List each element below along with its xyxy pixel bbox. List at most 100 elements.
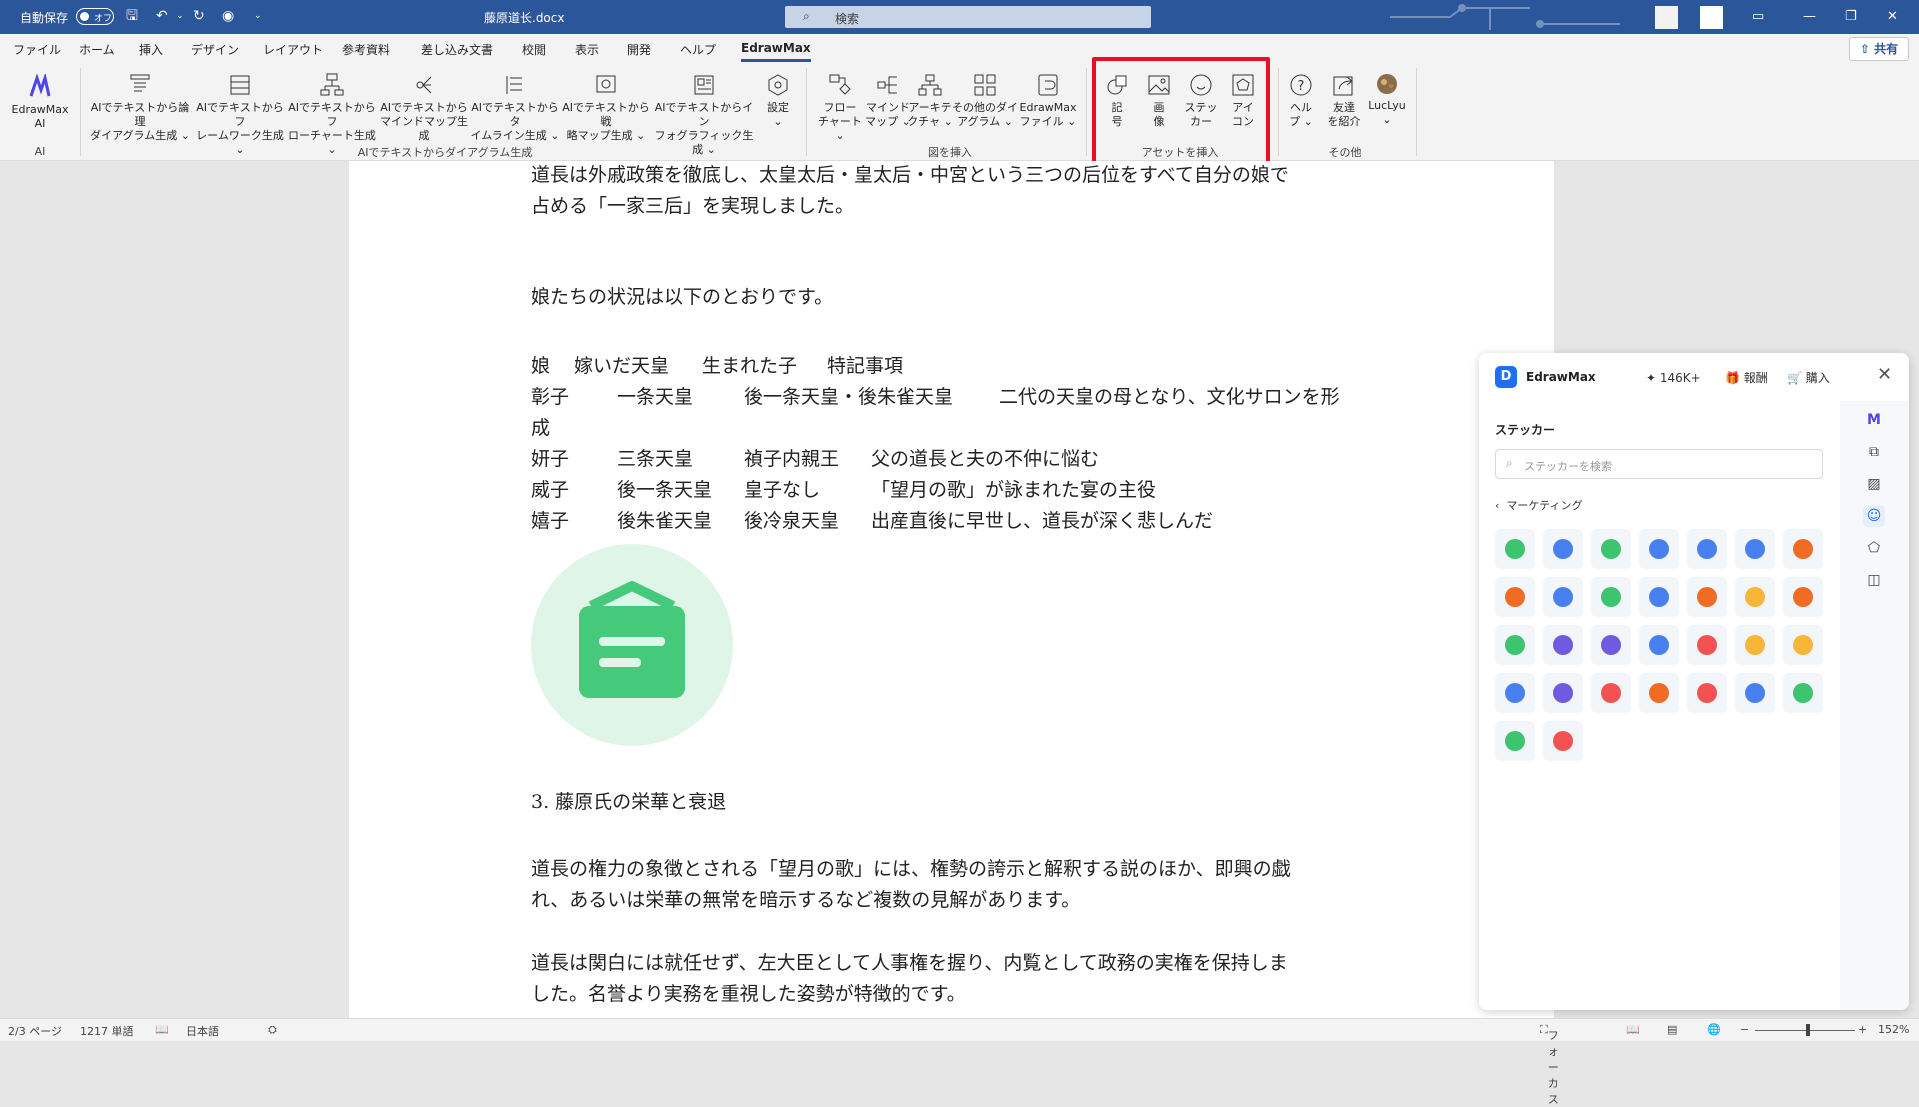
ai-tool-icon[interactable]: M [1863, 409, 1885, 431]
ai-timeline-button[interactable]: AIでテキストからタ イムライン生成 ⌄ [470, 72, 560, 143]
sticker-item[interactable] [1591, 529, 1631, 569]
sticker-item[interactable] [1783, 577, 1823, 617]
tab-view[interactable]: 表示 [575, 41, 599, 58]
template-tool-icon[interactable]: ◫ [1863, 569, 1885, 591]
ai-mindmap-button[interactable]: AIでテキストから マインドマップ生成 [378, 72, 470, 143]
focus-mode-button[interactable]: ⛶ フォーカス [1540, 1023, 1559, 1106]
edrawmax-file-button[interactable]: EdrawMax ファイル ⌄ [1016, 72, 1080, 129]
inserted-sticker[interactable] [531, 544, 733, 746]
accessibility-icon[interactable]: ⛭ [268, 1023, 277, 1037]
tab-file[interactable]: ファイル [13, 41, 61, 58]
profile-image[interactable] [1700, 6, 1723, 29]
sticker-item[interactable] [1687, 529, 1727, 569]
word-count[interactable]: 1217 単語 [80, 1023, 134, 1039]
tab-home[interactable]: ホーム [79, 41, 115, 58]
language[interactable]: 日本語 [186, 1023, 219, 1039]
edrawmax-ai-button[interactable]: EdrawMax AI [6, 74, 74, 131]
redo-icon[interactable]: ↻ [193, 9, 205, 23]
ai-strategy-map-button[interactable]: AIでテキストから戦 略マップ生成 ⌄ [560, 72, 652, 143]
refer-friend-button[interactable]: 友達 を紹介 [1324, 72, 1364, 129]
customize-qat-icon[interactable]: ⌄ [254, 9, 262, 23]
ribbon-display-icon[interactable]: ▭ [1752, 9, 1764, 24]
zoom-out-icon[interactable]: − [1740, 1023, 1749, 1036]
proofing-icon[interactable]: 📖 [155, 1023, 169, 1036]
sticker-item[interactable] [1687, 625, 1727, 665]
sticker-item[interactable] [1735, 625, 1775, 665]
sticker-item[interactable] [1735, 673, 1775, 713]
zoom-slider[interactable] [1755, 1030, 1855, 1031]
sticker-item[interactable] [1543, 625, 1583, 665]
sticker-item[interactable] [1639, 673, 1679, 713]
sticker-item[interactable] [1591, 673, 1631, 713]
tab-mailings[interactable]: 差し込み文書 [421, 41, 493, 58]
credits-pill[interactable]: ✦ 146K+ [1646, 366, 1701, 390]
zoom-level[interactable]: 152% [1878, 1023, 1909, 1036]
undo-dropdown-icon[interactable]: ⌄ [176, 9, 184, 23]
category-back-button[interactable]: ‹ マーケティング [1495, 497, 1583, 513]
help-button[interactable]: ? ヘル プ ⌄ [1286, 72, 1316, 129]
sticker-item[interactable] [1543, 721, 1583, 761]
icon-tool-icon[interactable]: ⬠ [1863, 537, 1885, 559]
share-button[interactable]: ⇧ 共有 [1849, 37, 1909, 61]
sticker-item[interactable] [1687, 673, 1727, 713]
sticker-item[interactable] [1783, 673, 1823, 713]
other-diagrams-button[interactable]: その他のダイ アグラム ⌄ [950, 72, 1020, 129]
ai-infographic-button[interactable]: AIでテキストからイン フォグラフィック生成 ⌄ [652, 72, 756, 157]
sticker-item[interactable] [1639, 577, 1679, 617]
sticker-item[interactable] [1543, 529, 1583, 569]
autosave-toggle[interactable]: オフ [76, 8, 114, 25]
tab-help[interactable]: ヘルプ [680, 41, 716, 58]
print-layout-icon[interactable]: ▤ [1667, 1023, 1677, 1036]
tab-layout[interactable]: レイアウト [263, 41, 323, 58]
sticker-item[interactable] [1495, 577, 1535, 617]
sticker-tool-icon[interactable]: ☺ [1863, 505, 1885, 527]
sticker-search-input[interactable]: ⌕ ステッカーを検索 [1495, 449, 1823, 479]
ai-framework-button[interactable]: AIでテキストからフ レームワーク生成 ⌄ [194, 72, 286, 157]
zoom-in-icon[interactable]: + [1858, 1023, 1867, 1036]
settings-button[interactable]: 設定 ⌄ [756, 72, 800, 129]
symbol-tool-icon[interactable]: ⧉ [1863, 441, 1885, 463]
close-panel-icon[interactable]: ✕ [1877, 364, 1892, 385]
tab-edrawmax[interactable]: EdrawMax [741, 41, 811, 62]
sticker-item[interactable] [1687, 577, 1727, 617]
ai-logic-diagram-button[interactable]: AIでテキストから論理 ダイアグラム生成 ⌄ [88, 72, 192, 143]
sticker-item[interactable] [1591, 625, 1631, 665]
close-window-icon[interactable]: ✕ [1887, 9, 1898, 24]
sticker-item[interactable] [1639, 625, 1679, 665]
save-icon[interactable]: 🖫 [126, 9, 138, 23]
web-layout-icon[interactable]: 🌐 [1707, 1023, 1721, 1036]
sticker-item[interactable] [1591, 577, 1631, 617]
tab-insert[interactable]: 挿入 [139, 41, 163, 58]
buy-button[interactable]: 🛒 購入 [1787, 366, 1830, 390]
tab-references[interactable]: 参考資料 [342, 41, 390, 58]
undo-icon[interactable]: ↶ [156, 9, 168, 23]
sticker-item[interactable] [1495, 625, 1535, 665]
reward-button[interactable]: 🎁 報酬 [1725, 366, 1768, 390]
sticker-item[interactable] [1783, 625, 1823, 665]
tab-design[interactable]: デザイン [191, 41, 239, 58]
page-count[interactable]: 2/3 ページ [8, 1023, 62, 1039]
minimize-icon[interactable]: — [1803, 9, 1816, 24]
buy-label: 購入 [1805, 371, 1830, 385]
sticker-item[interactable] [1639, 529, 1679, 569]
sticker-item[interactable] [1543, 673, 1583, 713]
account-avatar[interactable] [1655, 6, 1678, 29]
sticker-item[interactable] [1495, 721, 1535, 761]
document-page[interactable]: 道長は外戚政策を徹底し、太皇太后・皇太后・中宮という三つの后位をすべて自分の娘で… [349, 161, 1554, 1018]
sticker-item[interactable] [1735, 577, 1775, 617]
table-cell: 彰子 [531, 386, 570, 408]
sticker-item[interactable] [1735, 529, 1775, 569]
sticker-item[interactable] [1543, 577, 1583, 617]
restore-icon[interactable]: ❐ [1845, 9, 1857, 24]
tab-review[interactable]: 校閲 [522, 41, 546, 58]
touch-mode-icon[interactable]: ◉ [222, 9, 234, 23]
image-tool-icon[interactable]: ▨ [1863, 473, 1885, 495]
user-account-button[interactable]: LucLyu ⌄ [1364, 70, 1410, 127]
read-mode-icon[interactable]: 📖 [1626, 1023, 1640, 1036]
sticker-item[interactable] [1495, 529, 1535, 569]
tab-developer[interactable]: 開発 [627, 41, 651, 58]
zoom-thumb[interactable] [1806, 1024, 1810, 1036]
sticker-item[interactable] [1783, 529, 1823, 569]
sticker-item[interactable] [1495, 673, 1535, 713]
search-box[interactable]: ⌕ 検索 [785, 6, 1151, 28]
